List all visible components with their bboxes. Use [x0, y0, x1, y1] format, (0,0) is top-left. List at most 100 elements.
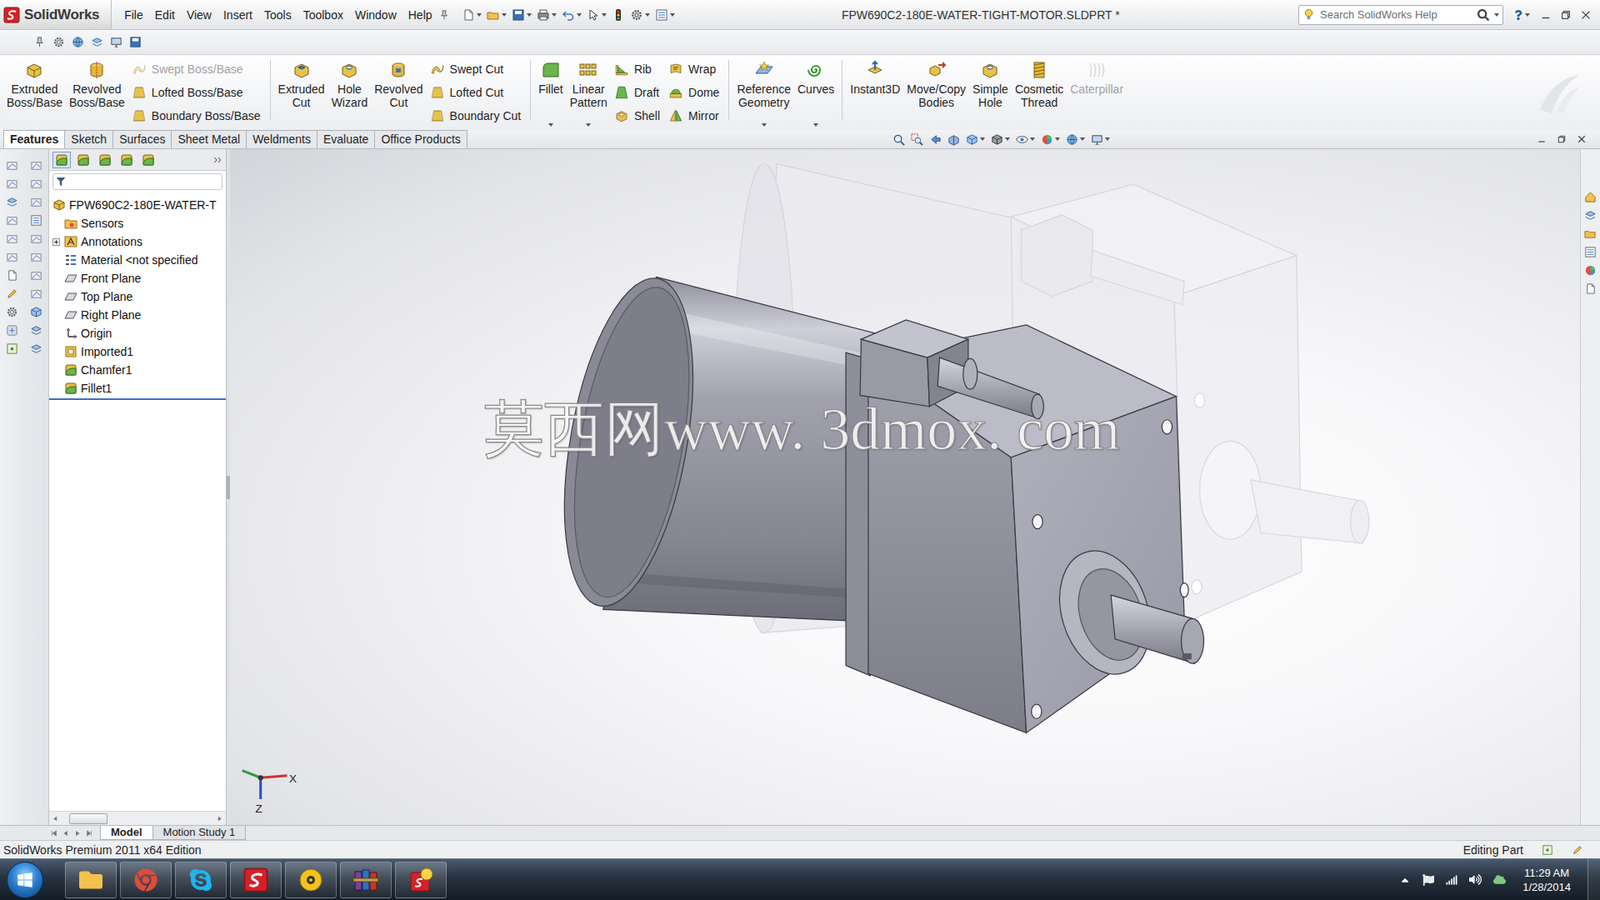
- menu-item[interactable]: Window: [349, 5, 403, 25]
- command-tab[interactable]: Sheet Metal: [170, 130, 247, 149]
- ribbon-large-button[interactable]: Extruded Boss/Base: [3, 58, 66, 129]
- layers-button[interactable]: [30, 339, 43, 358]
- graphics-area[interactable]: XZ莫西网www. 3dmox. com: [230, 149, 1580, 825]
- tree-item[interactable]: Right Plane: [49, 305, 226, 325]
- sketch-button[interactable]: [30, 247, 43, 266]
- command-tab[interactable]: Surfaces: [112, 130, 172, 149]
- sphere-button[interactable]: [1040, 133, 1060, 146]
- menu-item[interactable]: Help: [402, 5, 439, 25]
- sketch-button[interactable]: [5, 247, 19, 266]
- ribbon-small-button[interactable]: Swept Cut: [430, 58, 522, 80]
- ribbon-small-button[interactable]: Boundary Cut: [430, 105, 522, 127]
- close-button[interactable]: [1576, 134, 1587, 145]
- ribbon-large-button[interactable]: Extruded Cut: [275, 58, 329, 129]
- sketch-button[interactable]: [30, 192, 43, 211]
- tree-item[interactable]: Origin: [49, 324, 226, 343]
- search-dropdown-icon[interactable]: [1494, 13, 1500, 17]
- layers-button[interactable]: [1584, 209, 1597, 222]
- layers-button[interactable]: [5, 192, 19, 211]
- model-tab[interactable]: Motion Study 1: [152, 825, 247, 840]
- command-tab[interactable]: Evaluate: [316, 130, 375, 149]
- ribbon-large-button[interactable]: Simple Hole: [969, 58, 1012, 129]
- globe-button[interactable]: [1065, 133, 1085, 146]
- ribbon-large-button[interactable]: Reference Geometry: [733, 58, 795, 129]
- network-icon[interactable]: [1445, 874, 1458, 886]
- command-tab[interactable]: Features: [3, 130, 65, 149]
- minimize-button[interactable]: [1540, 9, 1552, 21]
- print-button[interactable]: [536, 8, 557, 22]
- sketch-button[interactable]: [5, 210, 19, 230]
- help-box-button[interactable]: [1541, 844, 1554, 856]
- taskbar-app[interactable]: [65, 861, 117, 899]
- section-button[interactable]: [947, 133, 960, 146]
- sketch-button[interactable]: [30, 174, 43, 193]
- tree-filter-field[interactable]: [52, 173, 223, 190]
- list-button[interactable]: [30, 210, 43, 230]
- show-desktop-button[interactable]: [1587, 859, 1600, 900]
- ribbon-small-button[interactable]: Swept Boss/Base: [131, 58, 261, 80]
- taskbar-app[interactable]: [120, 861, 172, 899]
- dropdown-arrow-icon[interactable]: [576, 13, 582, 17]
- start-button[interactable]: [6, 861, 44, 899]
- dropdown-arrow-icon[interactable]: [645, 13, 650, 17]
- motor-model[interactable]: [542, 268, 1204, 733]
- ribbon-large-button[interactable]: Fillet: [535, 58, 567, 129]
- dropdown-arrow-icon[interactable]: [980, 137, 985, 141]
- layers-button[interactable]: [30, 320, 43, 340]
- graphics-canvas[interactable]: XZ: [230, 149, 1580, 825]
- sketch-button[interactable]: [30, 229, 43, 248]
- ribbon-large-button[interactable]: Instant3D: [846, 58, 904, 129]
- options-button[interactable]: [630, 8, 650, 22]
- zoom-area-button[interactable]: [910, 133, 924, 146]
- command-tab[interactable]: Sketch: [64, 130, 114, 149]
- restore-button[interactable]: [1560, 9, 1572, 21]
- list-button[interactable]: [655, 8, 675, 22]
- dropdown-arrow-icon[interactable]: [585, 123, 591, 127]
- options-button[interactable]: [5, 302, 19, 321]
- next-button[interactable]: [73, 829, 82, 838]
- pin-button[interactable]: [33, 35, 46, 49]
- first-button[interactable]: [50, 829, 59, 838]
- ribbon-small-button[interactable]: Rib: [614, 58, 660, 80]
- pencil-button[interactable]: [5, 284, 19, 303]
- dropdown-arrow-icon[interactable]: [548, 123, 554, 127]
- folder-button[interactable]: [1584, 227, 1597, 240]
- restore-button[interactable]: [1556, 134, 1567, 145]
- expand-toggle-icon[interactable]: [52, 238, 60, 246]
- panel-tab[interactable]: [117, 151, 136, 169]
- dropdown-arrow-icon[interactable]: [1005, 137, 1010, 141]
- ribbon-large-button[interactable]: Linear Pattern: [566, 58, 611, 129]
- imported-button[interactable]: [5, 320, 19, 340]
- folder-button[interactable]: [486, 8, 507, 22]
- taskbar-app[interactable]: [230, 861, 282, 899]
- action-center-flag-icon[interactable]: [1422, 874, 1435, 886]
- show-hidden-icons-icon[interactable]: [1399, 874, 1411, 886]
- ribbon-small-button[interactable]: Draft: [614, 81, 660, 104]
- menu-item[interactable]: File: [118, 5, 150, 25]
- orientation-triad[interactable]: XZ: [242, 770, 297, 815]
- tree-item[interactable]: Top Plane: [49, 287, 226, 306]
- help-box-button[interactable]: [5, 339, 19, 358]
- cube-button[interactable]: [30, 302, 43, 321]
- dropdown-arrow-icon[interactable]: [551, 13, 557, 17]
- volume-icon[interactable]: [1469, 873, 1482, 886]
- globe-button[interactable]: [71, 35, 85, 49]
- tree-item[interactable]: Sensors: [49, 214, 226, 233]
- tree-item[interactable]: Material <not specified: [49, 250, 226, 270]
- tree-root[interactable]: FPW690C2-180E-WATER-T: [49, 195, 226, 215]
- taskbar-app[interactable]: [175, 861, 227, 899]
- sketch-button[interactable]: [30, 155, 43, 175]
- sketch-button[interactable]: [5, 174, 19, 193]
- dropdown-arrow-icon[interactable]: [601, 13, 607, 17]
- dropdown-arrow-icon[interactable]: [476, 13, 482, 17]
- app-logo[interactable]: SolidWorks: [0, 0, 112, 30]
- tree-item[interactable]: Chamfer1: [49, 360, 226, 380]
- ribbon-large-button[interactable]: Revolved Boss/Base: [65, 58, 129, 129]
- dropdown-arrow-icon[interactable]: [1055, 137, 1060, 141]
- ribbon-small-button[interactable]: Boundary Boss/Base: [131, 105, 261, 127]
- monitor-button[interactable]: [110, 35, 123, 49]
- clock[interactable]: 11:29 AM1/28/2014: [1517, 865, 1576, 895]
- chevron-button[interactable]: [212, 155, 223, 165]
- list-button[interactable]: [1584, 245, 1597, 259]
- model-tab[interactable]: Model: [100, 825, 154, 840]
